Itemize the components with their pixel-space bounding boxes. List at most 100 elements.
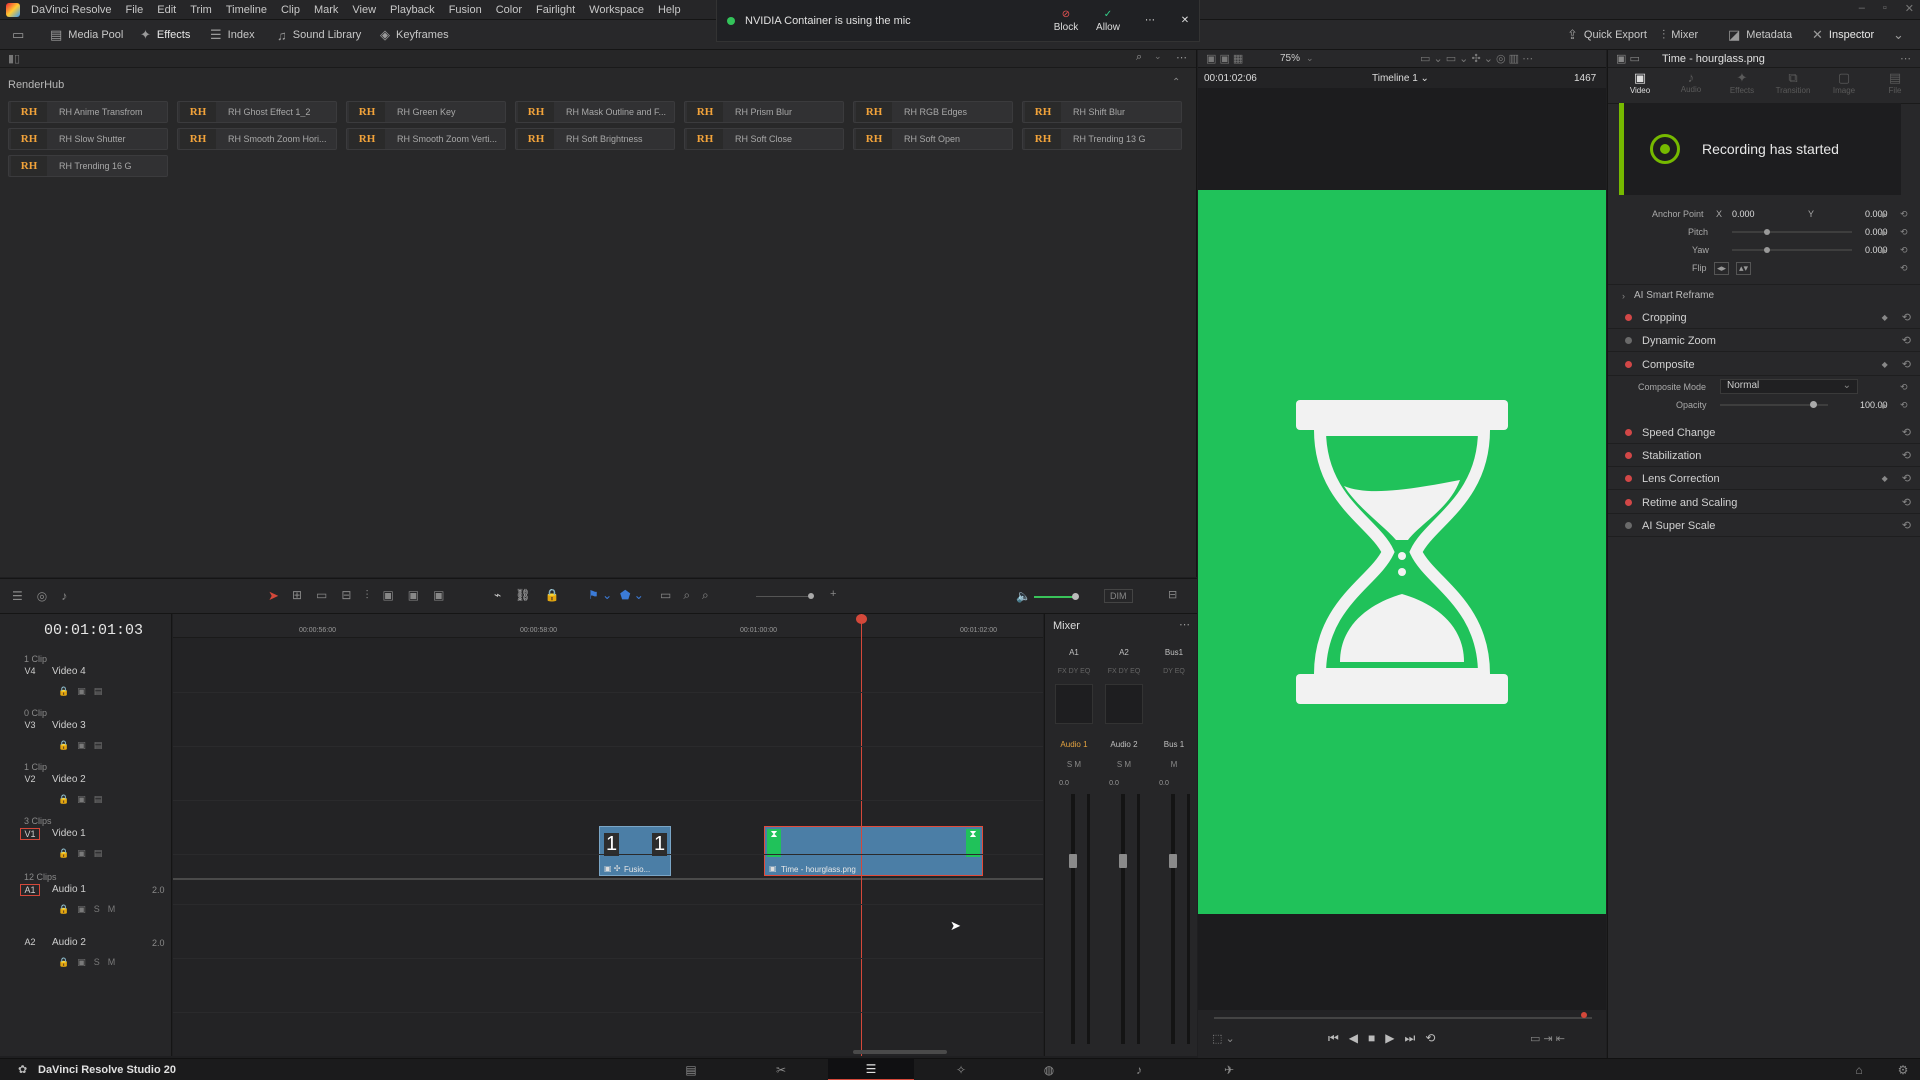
effect-tile[interactable]: RH RH Slow Shutter <box>8 128 168 150</box>
menu-fairlight[interactable]: Fairlight <box>529 4 582 16</box>
solo-mute-buttons[interactable]: S M <box>1103 760 1145 769</box>
inspector-options-icon[interactable]: ⋯ <box>1900 52 1911 65</box>
yaw-slider-knob[interactable] <box>1764 247 1770 253</box>
lock-icon[interactable]: 🔒 <box>58 957 69 968</box>
section-enable-toggle[interactable] <box>1625 475 1632 482</box>
section-enable-toggle[interactable] <box>1625 499 1632 506</box>
track-name[interactable]: Video 2 <box>52 774 86 785</box>
yaw-slider[interactable] <box>1732 249 1852 251</box>
lock-icon[interactable]: 🔒 <box>58 740 69 751</box>
lock-icon[interactable]: 🔒 <box>58 904 69 915</box>
menu-playback[interactable]: Playback <box>383 4 442 16</box>
mixer-fx-row[interactable]: FX DY EQ <box>1103 668 1145 675</box>
panel-toggle-icon[interactable]: ▭ <box>12 20 24 50</box>
effect-tile[interactable]: RH RH Smooth Zoom Verti... <box>346 128 506 150</box>
search-icon[interactable]: ⌕ <box>1136 51 1142 64</box>
inspector-section-lens-correction[interactable]: Lens Correction ◆ ⟲ <box>1608 468 1920 490</box>
keyframe-diamond-icon[interactable]: ◆ <box>1882 474 1888 483</box>
playhead-handle[interactable] <box>856 614 867 624</box>
media-pool-button[interactable]: ▤ Media Pool <box>50 20 123 50</box>
zoom-in-icon[interactable]: + <box>830 588 836 600</box>
maximize-icon[interactable]: ▫ <box>1883 2 1887 15</box>
track-name[interactable]: Audio 1 <box>52 884 86 895</box>
zoom-chevron-icon[interactable]: ⌄ <box>1306 53 1314 64</box>
block-button[interactable]: ⊘ Block <box>1045 9 1087 33</box>
pitch-slider-knob[interactable] <box>1764 229 1770 235</box>
track-id[interactable]: A1 <box>20 884 40 896</box>
reset-icon[interactable]: ⟲ <box>1902 311 1911 324</box>
fusion-page-icon[interactable]: ✧ <box>938 1059 984 1080</box>
expand-icon[interactable]: ⌄ <box>1893 20 1904 50</box>
reset-icon[interactable]: ⟲ <box>1902 472 1911 485</box>
chevron-down-icon[interactable]: ⌄ <box>1154 51 1162 62</box>
sidebar-toggle-icon[interactable]: ▮▯ <box>8 52 20 65</box>
more-options-icon[interactable]: ⋯ <box>1129 15 1171 26</box>
cut-page-icon[interactable]: ✂ <box>758 1059 804 1080</box>
reset-icon[interactable]: ⟲ <box>1902 358 1911 371</box>
crop-icon[interactable]: ⬚ ⌄ <box>1212 1032 1235 1045</box>
menu-clip[interactable]: Clip <box>274 4 307 16</box>
opacity-slider-knob[interactable] <box>1810 401 1817 408</box>
zoom-select[interactable]: 75% <box>1280 53 1300 64</box>
keyframe-diamond-icon[interactable]: ◆ <box>1882 313 1888 322</box>
pitch-slider[interactable] <box>1732 231 1852 233</box>
transport-controls[interactable]: ⏮◀■▶⏭⟲ <box>1328 1031 1445 1046</box>
inspector-tab-transition[interactable]: ⧉ Transition <box>1771 70 1815 95</box>
effect-tile[interactable]: RH RH Smooth Zoom Hori... <box>177 128 337 150</box>
quick-export-button[interactable]: ⇪ Quick Export <box>1567 20 1647 50</box>
inspector-section-composite[interactable]: Composite ◆ ⟲ <box>1608 354 1920 376</box>
menu-color[interactable]: Color <box>489 4 529 16</box>
smart-reframe-row[interactable]: › AI Smart Reframe <box>1608 284 1920 306</box>
track-id[interactable]: V3 <box>20 720 40 730</box>
close-window-icon[interactable]: ✕ <box>1905 2 1914 15</box>
video-frame[interactable] <box>1198 190 1606 914</box>
volume-slider[interactable] <box>1034 596 1074 598</box>
menu-edit[interactable]: Edit <box>150 4 183 16</box>
lock-icon[interactable]: 🔒 <box>58 686 69 697</box>
view-mode-icon[interactable]: ▣ ▣ ▦ <box>1206 52 1243 65</box>
scrub-bar[interactable] <box>1214 1017 1592 1019</box>
volume-knob[interactable] <box>1072 593 1079 600</box>
viewer-tools-icon[interactable]: ▭ ⌄ ▭ ⌄ ✣ ⌄ ◎ ▥ ⋯ <box>1420 52 1533 65</box>
inspector-section-cropping[interactable]: Cropping ◆ ⟲ <box>1608 307 1920 329</box>
fusion-clip[interactable]: 1 1 Fusio... ▣ ✣ <box>599 826 671 876</box>
snap-link-lock-icons[interactable]: ⌁⛓🔒 <box>494 588 573 602</box>
composite-mode-select[interactable]: Normal ⌄ <box>1720 379 1858 394</box>
track-name[interactable]: Video 1 <box>52 828 86 839</box>
effect-tile[interactable]: RH RH Green Key <box>346 101 506 123</box>
edit-page-icon[interactable]: ☰ <box>828 1059 914 1080</box>
effect-tile[interactable]: RH RH Soft Open <box>853 128 1013 150</box>
track-id[interactable]: A2 <box>20 937 40 947</box>
mixer-options-icon[interactable]: ⋯ <box>1179 618 1190 631</box>
allow-button[interactable]: ✓ Allow <box>1087 9 1129 33</box>
reset-icon[interactable]: ⟲ <box>1900 400 1908 411</box>
menu-view[interactable]: View <box>345 4 383 16</box>
menu-workspace[interactable]: Workspace <box>582 4 651 16</box>
mute-button[interactable]: M <box>108 957 116 968</box>
inspector-tab-image[interactable]: ▢ Image <box>1822 70 1866 95</box>
reset-icon[interactable]: ⟲ <box>1900 209 1908 220</box>
hourglass-clip[interactable]: ⧗ ⧗ Time - hourglass.png ▣ <box>764 826 983 876</box>
track-visible-icon[interactable]: ▤ <box>94 686 103 697</box>
timeline-canvas[interactable]: 00:00:56:00 00:00:58:00 00:01:00:00 00:0… <box>173 614 1043 1056</box>
auto-select-icon[interactable]: ▣ <box>77 848 86 859</box>
reset-icon[interactable]: ⟲ <box>1900 263 1908 274</box>
inspector-section-speed-change[interactable]: Speed Change ⟲ <box>1608 422 1920 444</box>
dim-button[interactable]: DIM <box>1104 589 1133 603</box>
reset-icon[interactable]: ⟲ <box>1902 496 1911 509</box>
settings-icon[interactable]: ⚙ <box>1880 1059 1920 1080</box>
zoom-slider[interactable] <box>756 596 808 597</box>
section-enable-toggle[interactable] <box>1625 314 1632 321</box>
lock-icon[interactable]: 🔒 <box>58 848 69 859</box>
section-enable-toggle[interactable] <box>1625 361 1632 368</box>
options-icon[interactable]: ⋯ <box>1176 51 1187 64</box>
effects-button[interactable]: ✦ Effects <box>140 20 190 50</box>
inspector-view-icon[interactable]: ▣ ▭ <box>1616 52 1640 65</box>
inspector-section-ai-super-scale[interactable]: AI Super Scale ⟲ <box>1608 515 1920 537</box>
timeline-view-options-icon[interactable]: ☰◎♪ <box>12 589 81 603</box>
timeline-scrollbar[interactable] <box>853 1050 947 1054</box>
home-icon[interactable]: ⌂ <box>1836 1059 1882 1080</box>
edit-tools-icons[interactable]: ⊞▭⊟⫶▣▣▣ <box>292 588 458 603</box>
media-page-icon[interactable]: ▤ <box>668 1059 714 1080</box>
menu-file[interactable]: File <box>119 4 151 16</box>
